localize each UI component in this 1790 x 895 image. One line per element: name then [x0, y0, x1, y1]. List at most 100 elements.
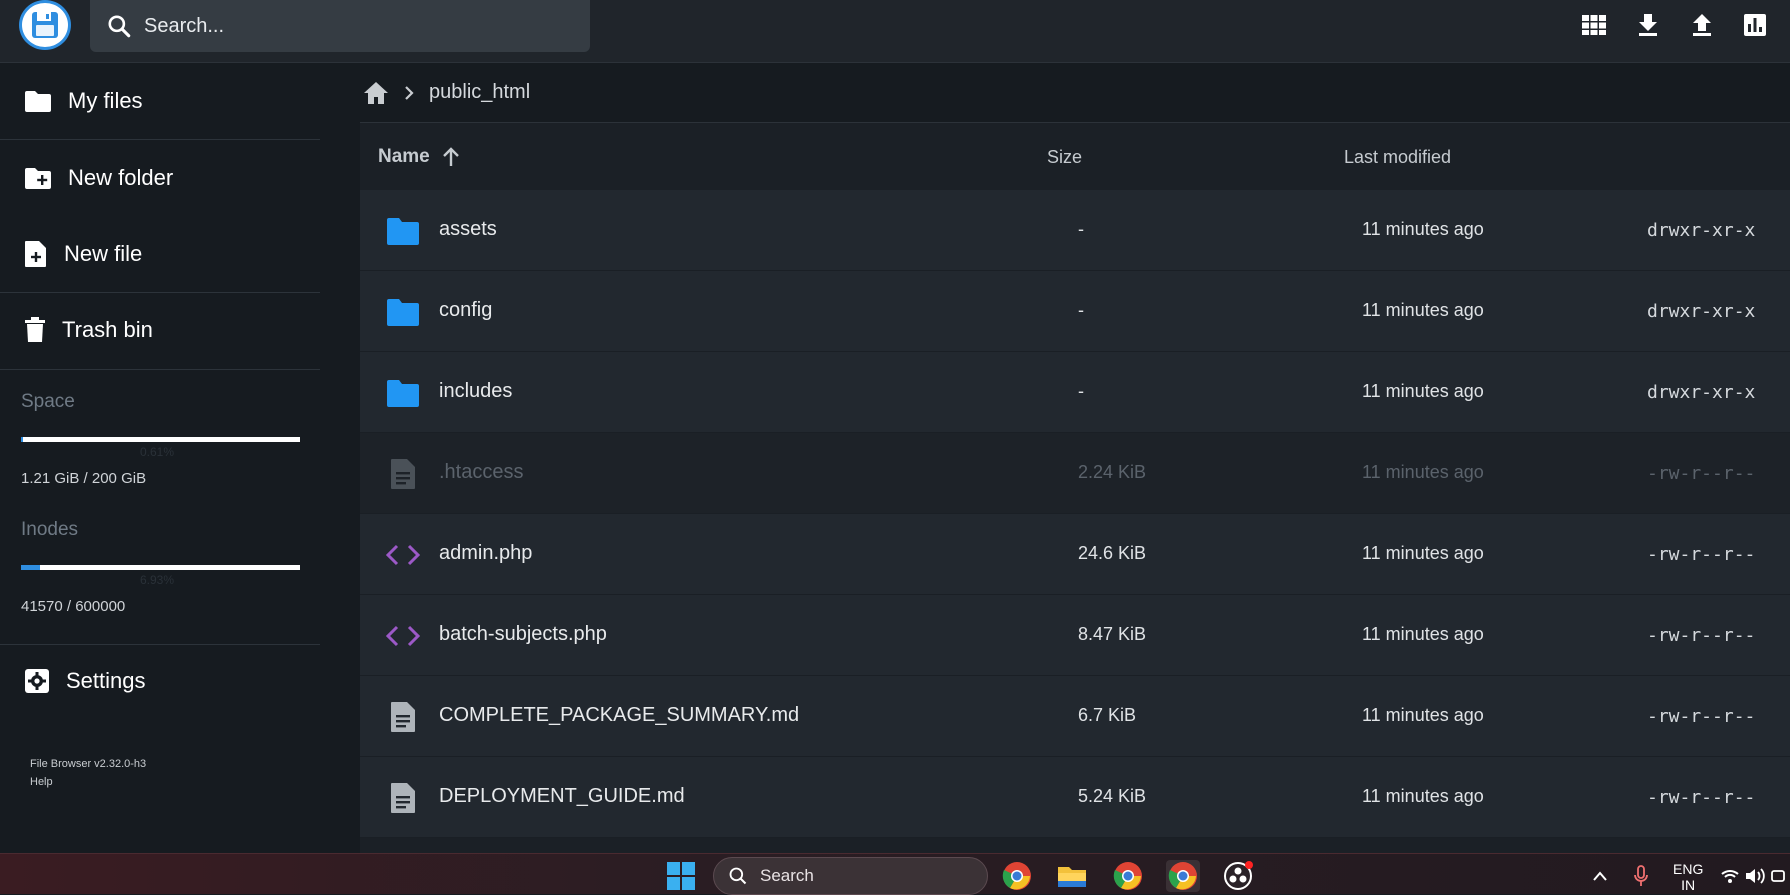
inodes-usage-text: 41570 / 600000	[21, 598, 126, 615]
bar-chart-icon	[1744, 14, 1766, 36]
sidebar: My files New folder New file Trash bin S…	[0, 63, 320, 853]
help-link[interactable]: Help	[30, 773, 146, 791]
chrome-active-taskbar-button[interactable]	[1166, 860, 1200, 892]
inodes-progress-bar	[21, 565, 300, 570]
sidebar-item-settings[interactable]: Settings	[0, 656, 320, 706]
sidebar-item-label: New file	[64, 241, 143, 266]
obs-taskbar-button[interactable]	[1221, 860, 1255, 892]
file-row[interactable]: admin.php 24.6 KiB 11 minutes ago -rw-r--r-…	[360, 514, 1790, 595]
divider	[0, 369, 320, 370]
sidebar-item-trash-bin[interactable]: Trash bin	[0, 305, 320, 355]
info-button[interactable]	[1736, 8, 1774, 42]
file-size: 5.24 KiB	[1078, 786, 1147, 806]
chevron-right-icon	[405, 85, 414, 100]
floppy-disk-icon	[32, 12, 58, 38]
file-name: assets	[439, 218, 497, 240]
file-modified: 11 minutes ago	[1362, 462, 1484, 482]
grid-view-icon	[1582, 15, 1606, 35]
file-type-icon	[384, 779, 422, 817]
search-icon	[106, 12, 134, 40]
divider	[0, 139, 320, 140]
file-modified: 11 minutes ago	[1362, 300, 1484, 320]
region-code: IN	[1681, 877, 1696, 893]
upload-icon	[1693, 14, 1711, 36]
file-type-icon	[384, 698, 422, 736]
file-row[interactable]: batch-subjects.php 8.47 KiB 11 minutes ago…	[360, 595, 1790, 676]
home-icon[interactable]	[363, 81, 389, 105]
arrow-up-icon	[442, 147, 459, 166]
chrome-profile-taskbar-button[interactable]	[1111, 860, 1145, 892]
grid-view-button[interactable]	[1575, 8, 1613, 42]
file-type-icon	[384, 293, 422, 331]
folder-icon	[25, 91, 51, 112]
system-tray-status[interactable]	[1718, 860, 1788, 892]
sort-by-name[interactable]: Name	[378, 146, 462, 168]
file-size: 8.47 KiB	[1078, 624, 1147, 644]
inodes-title: Inodes	[21, 519, 79, 540]
file-modified: 11 minutes ago	[1362, 543, 1484, 563]
file-row[interactable]: config - 11 minutes ago drwxr-xr-x	[360, 271, 1790, 352]
chrome-taskbar-button[interactable]	[1000, 860, 1034, 892]
file-name: .htaccess	[439, 461, 524, 483]
file-list: assets - 11 minutes ago drwxr-xr-x config - 11…	[360, 190, 1790, 838]
file-type-icon	[384, 374, 422, 412]
inodes-percent: 6.93%	[140, 573, 175, 587]
upload-button[interactable]	[1683, 8, 1721, 42]
file-permissions: drwxr-xr-x	[1647, 301, 1756, 322]
search-input[interactable]	[144, 14, 564, 38]
language-indicator[interactable]: ENG IN	[1673, 861, 1703, 893]
column-header-modified[interactable]: Last modified	[1344, 147, 1451, 168]
os-taskbar: Search ENG IN	[0, 853, 1790, 895]
file-name: admin.php	[439, 542, 533, 564]
document-icon	[391, 702, 415, 732]
taskbar-search[interactable]: Search	[713, 857, 988, 895]
file-permissions: drwxr-xr-x	[1647, 220, 1756, 241]
file-explorer-taskbar-button[interactable]	[1055, 860, 1089, 892]
search-box[interactable]	[90, 0, 590, 52]
download-icon	[1639, 14, 1657, 36]
new-folder-icon	[25, 168, 51, 189]
file-listing-panel: public_html Name Size Last modified asse…	[360, 63, 1790, 853]
language-code: ENG	[1673, 861, 1704, 877]
file-size: 2.24 KiB	[1078, 462, 1147, 482]
app-footer: File Browser v2.32.0-h3 Help	[30, 755, 146, 791]
file-permissions: -rw-r--r--	[1647, 463, 1756, 484]
breadcrumb-item[interactable]: public_html	[429, 81, 530, 104]
file-type-icon	[384, 617, 422, 655]
sidebar-item-new-folder[interactable]: New folder	[0, 153, 320, 203]
taskbar-search-label: Search	[760, 866, 814, 885]
file-permissions: -rw-r--r--	[1647, 706, 1756, 727]
sidebar-item-label: New folder	[68, 165, 174, 190]
document-icon	[391, 459, 415, 489]
settings-gear-icon	[25, 669, 49, 693]
show-hidden-icons-button[interactable]	[1583, 860, 1617, 892]
document-icon	[391, 783, 415, 813]
windows-start-button[interactable]	[664, 860, 698, 892]
file-row[interactable]: assets - 11 minutes ago drwxr-xr-x	[360, 190, 1790, 271]
file-size: -	[1078, 300, 1084, 320]
space-usage-text: 1.21 GiB / 200 GiB	[21, 470, 147, 487]
sidebar-item-label: Settings	[66, 668, 146, 693]
sidebar-item-my-files[interactable]: My files	[0, 76, 320, 126]
microphone-button[interactable]	[1624, 860, 1658, 892]
file-name: COMPLETE_PACKAGE_SUMMARY.md	[439, 704, 800, 726]
sidebar-item-new-file[interactable]: New file	[0, 229, 320, 279]
chrome-icon	[1002, 862, 1031, 890]
file-modified: 11 minutes ago	[1362, 219, 1484, 239]
folder-icon	[387, 299, 419, 326]
top-header	[0, 0, 1790, 63]
column-header-size[interactable]: Size	[1047, 147, 1082, 168]
sidebar-item-label: My files	[68, 88, 143, 113]
chrome-icon	[1113, 862, 1142, 890]
file-row[interactable]: COMPLETE_PACKAGE_SUMMARY.md 6.7 KiB 11 min…	[360, 676, 1790, 757]
breadcrumb: public_html	[360, 63, 1790, 123]
file-row[interactable]: .htaccess 2.24 KiB 11 minutes ago -rw-r--r-…	[360, 433, 1790, 514]
download-button[interactable]	[1629, 8, 1667, 42]
file-permissions: -rw-r--r--	[1647, 625, 1756, 646]
file-type-icon	[384, 455, 422, 493]
search-icon	[729, 867, 747, 885]
list-header: Name Size Last modified	[360, 124, 1790, 190]
file-row[interactable]: DEPLOYMENT_GUIDE.md 5.24 KiB 11 minutes ag…	[360, 757, 1790, 838]
file-row[interactable]: includes - 11 minutes ago drwxr-xr-x	[360, 352, 1790, 433]
app-logo[interactable]	[19, 0, 71, 50]
